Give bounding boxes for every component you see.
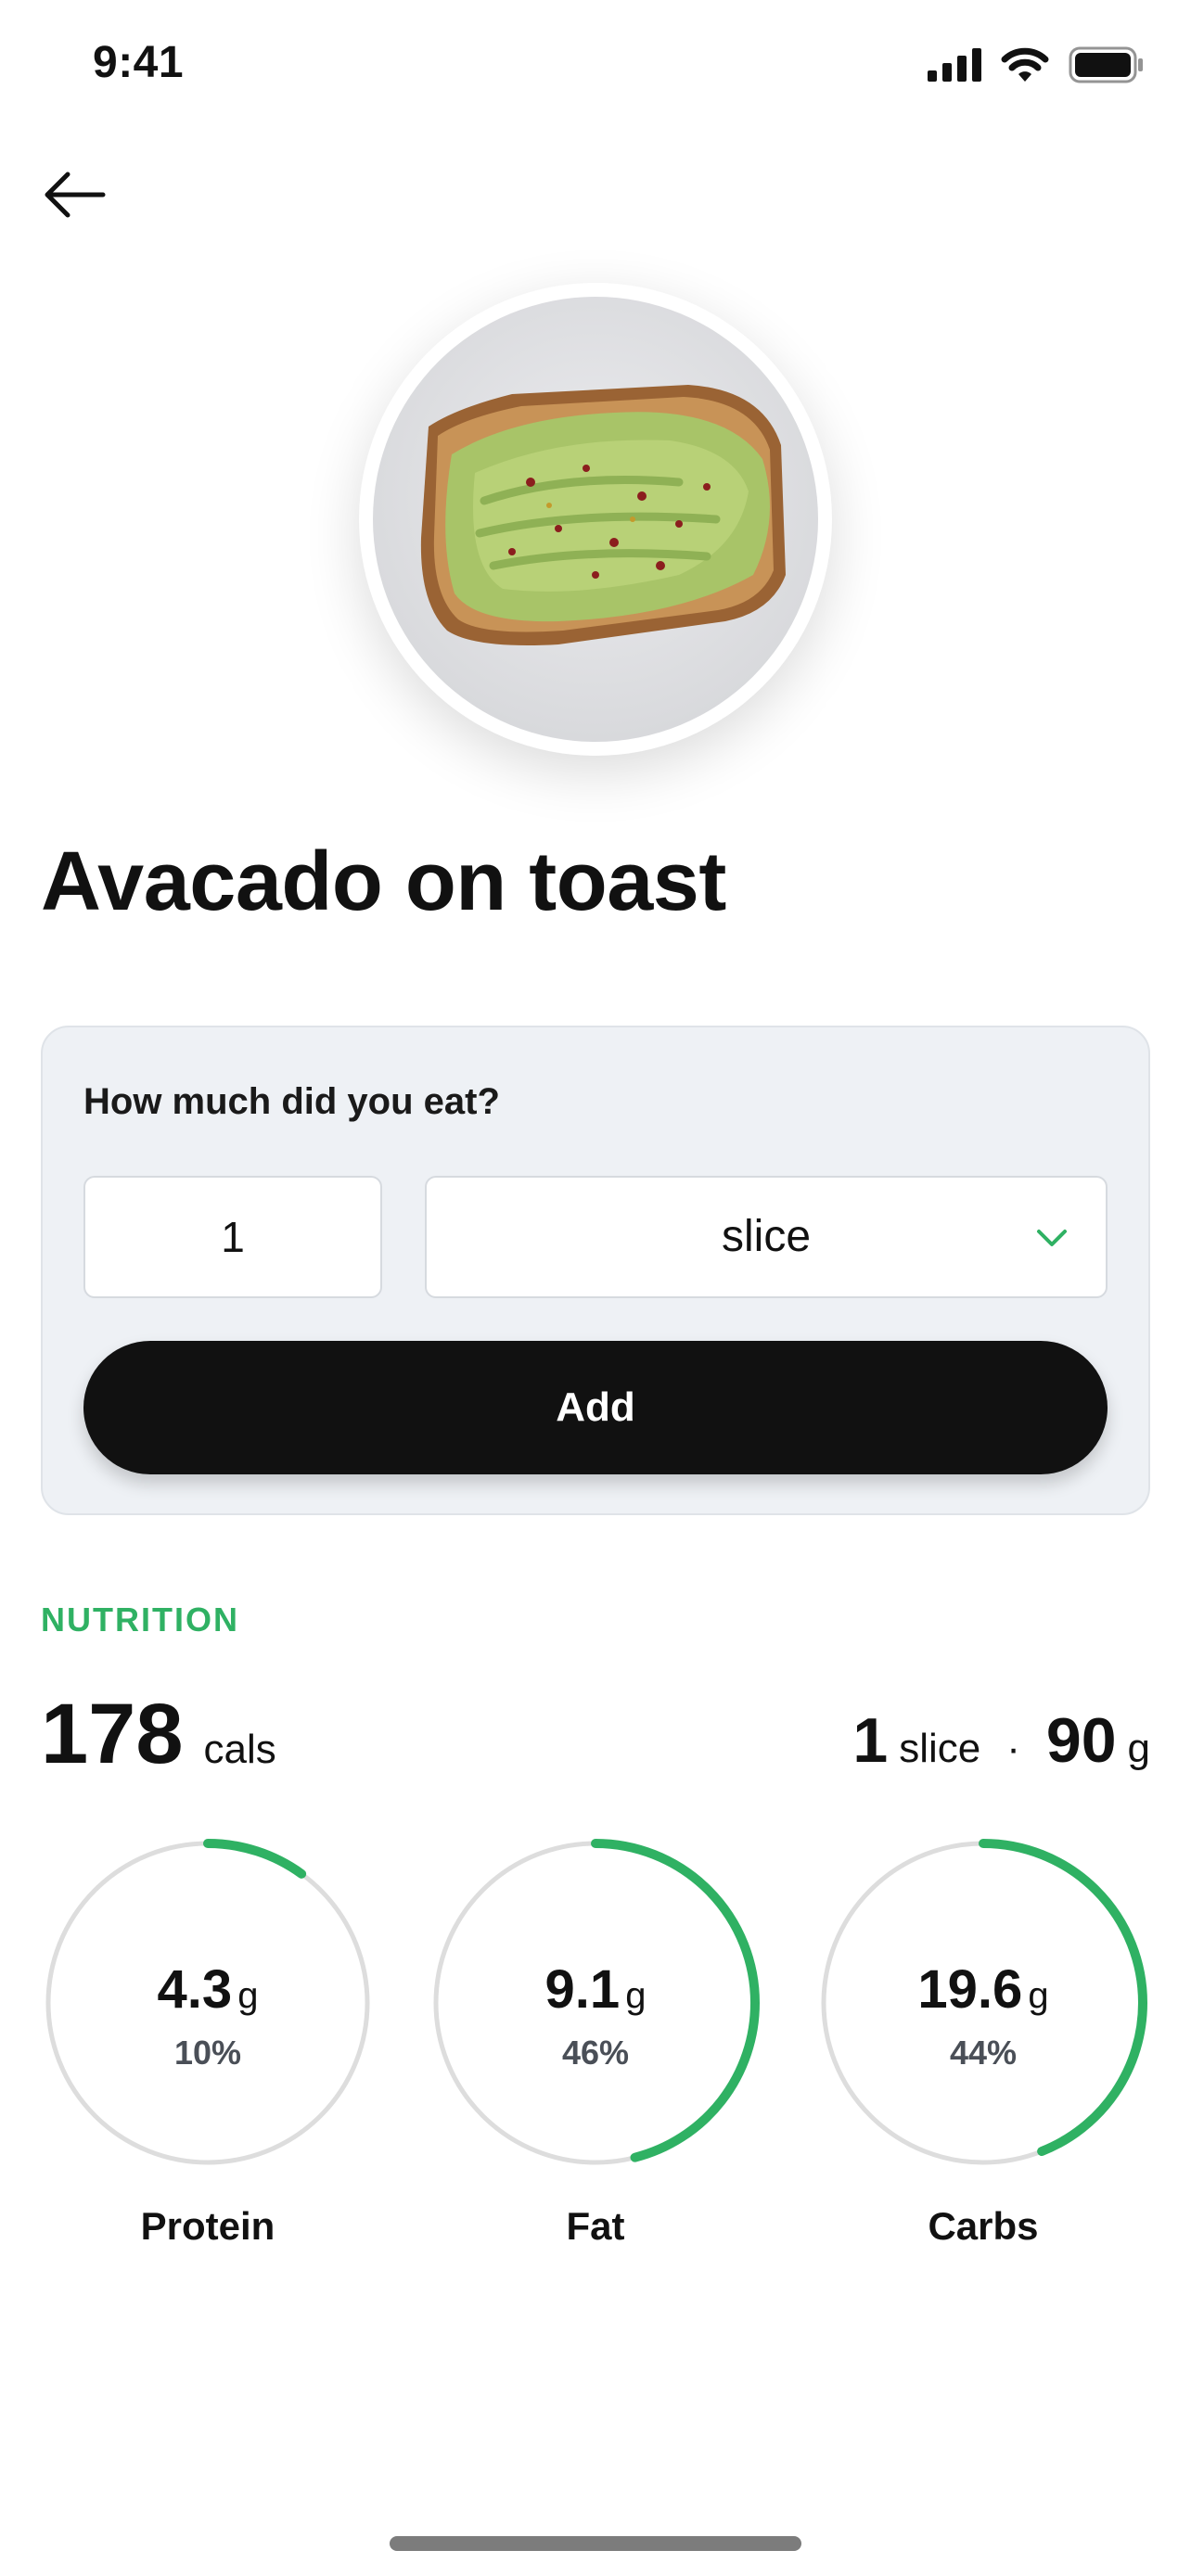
nutrition-heading: NUTRITION: [41, 1600, 239, 1639]
unit-select[interactable]: slice: [425, 1176, 1108, 1298]
wifi-icon: [1001, 47, 1049, 82]
food-image: [359, 283, 832, 756]
status-bar: 9:41: [0, 0, 1191, 130]
portion-weight: 90: [1045, 1705, 1117, 1776]
unit-select-value: slice: [721, 1212, 812, 1261]
portion-count: 1: [852, 1705, 889, 1776]
weight-unit: g: [1127, 1726, 1150, 1771]
protein-amount: 4.3: [157, 1959, 233, 2020]
status-time: 9:41: [93, 38, 185, 87]
protein-values: 4.3 g 10%: [43, 1958, 373, 2072]
protein-label: Protein: [140, 2204, 275, 2248]
quantity-input[interactable]: [83, 1176, 382, 1298]
calories-value: 178: [41, 1687, 184, 1781]
fat-values: 9.1 g 46%: [430, 1958, 761, 2072]
macro-fat: 9.1 g 46% Fat: [430, 1838, 761, 2248]
fat-label: Fat: [566, 2204, 625, 2248]
chevron-down-icon: [1037, 1230, 1067, 1246]
serving-card: How much did you eat? slice Add: [41, 1026, 1150, 1515]
back-button[interactable]: [37, 162, 111, 227]
home-indicator[interactable]: [390, 2536, 801, 2551]
portion-summary: 1 slice · 90 g: [852, 1704, 1150, 1777]
fat-percent: 46%: [561, 2034, 630, 2072]
arrow-left-icon: [45, 172, 106, 218]
portion-unit: slice: [899, 1726, 981, 1771]
macro-protein: 4.3 g 10% Protein: [43, 1838, 373, 2248]
portion-separator: ·: [1006, 1726, 1020, 1771]
protein-percent: 10%: [173, 2034, 242, 2072]
calories-summary: 178 cals: [41, 1686, 276, 1783]
carbs-percent: 44%: [949, 2034, 1018, 2072]
food-image-plate: [373, 297, 818, 742]
food-title: Avacado on toast: [41, 835, 726, 928]
status-icons: [928, 46, 1145, 83]
add-button[interactable]: Add: [83, 1341, 1108, 1474]
fat-amount: 9.1: [544, 1959, 621, 2020]
fat-unit: g: [625, 1975, 647, 2016]
carbs-unit: g: [1028, 1975, 1049, 2016]
macro-carbs: 19.6 g 44% Carbs: [818, 1838, 1148, 2248]
carbs-amount: 19.6: [917, 1959, 1023, 2020]
serving-question: How much did you eat?: [83, 1081, 500, 1122]
battery-icon: [1069, 46, 1143, 83]
protein-unit: g: [237, 1975, 259, 2016]
carbs-values: 19.6 g 44%: [818, 1958, 1148, 2072]
carbs-label: Carbs: [928, 2204, 1039, 2248]
calories-unit: cals: [203, 1727, 276, 1772]
avocado-toast-image: [420, 385, 786, 645]
cellular-signal-icon: [928, 48, 981, 82]
